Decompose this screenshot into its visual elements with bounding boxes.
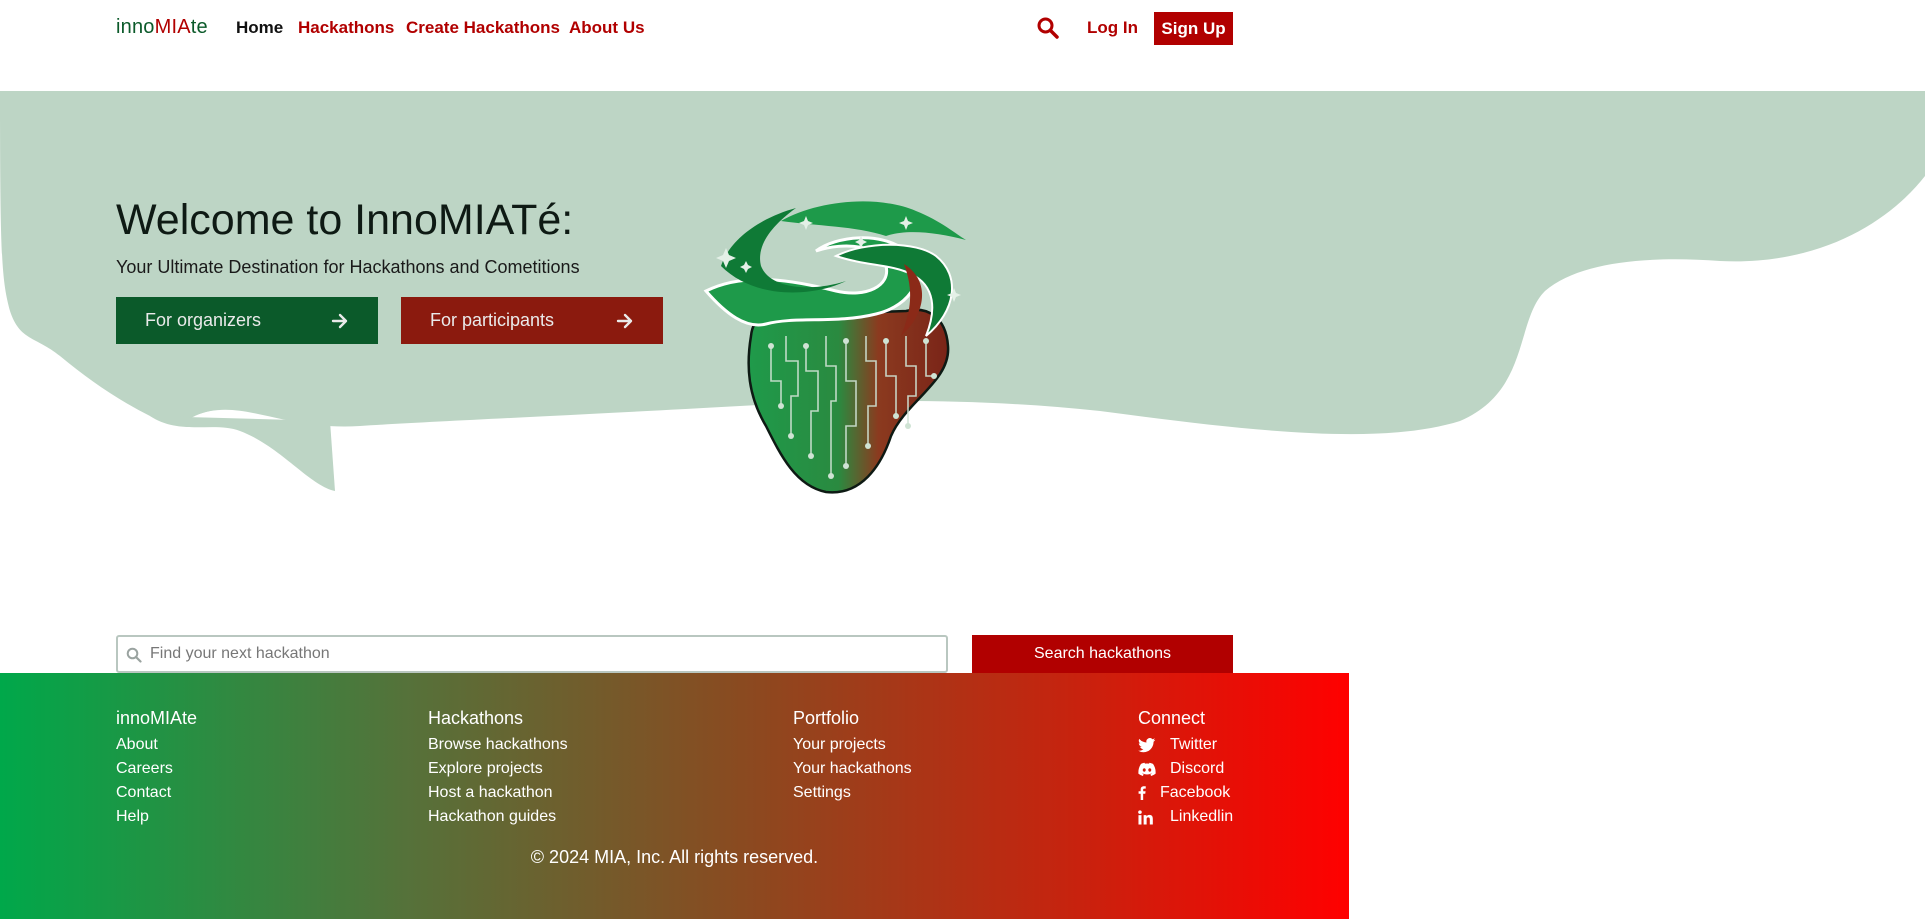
arrow-right-icon: [615, 311, 635, 331]
for-participants-label: For participants: [430, 310, 555, 330]
twitter-icon: [1138, 737, 1156, 753]
nav-link-home[interactable]: Home: [236, 18, 283, 38]
hero-subtitle: Your Ultimate Destination for Hackathons…: [116, 257, 580, 277]
footer-heading: Hackathons: [428, 708, 524, 728]
footer-link-your-projects[interactable]: Your projects: [793, 733, 912, 757]
hero-mascot-illustration: [703, 201, 966, 494]
search-icon[interactable]: [1036, 16, 1060, 40]
footer-link-discord[interactable]: Discord: [1138, 757, 1233, 781]
footer-column-innomiate: innoMIAte About Careers Contact Help: [116, 708, 197, 829]
footer-link-twitter[interactable]: Twitter: [1138, 733, 1233, 757]
facebook-icon: [1138, 785, 1146, 801]
footer-column-connect: Connect Twitter Discord Facebook Linkedl…: [1138, 708, 1233, 829]
search-hackathons-button[interactable]: Search hackathons: [972, 635, 1233, 673]
nav-link-create-hackathons[interactable]: Create Hackathons: [406, 18, 560, 38]
logo-text-te: te: [190, 16, 208, 38]
footer-link-hackathon-guides[interactable]: Hackathon guides: [428, 805, 568, 829]
logo-text-mia: MIA: [154, 16, 191, 38]
footer-column-hackathons: Hackathons Browse hackathons Explore pro…: [428, 708, 568, 829]
footer-heading: Portfolio: [793, 708, 860, 728]
footer-link-about[interactable]: About: [116, 733, 197, 757]
logo-text-inno: inno: [116, 16, 155, 38]
footer-link-careers[interactable]: Careers: [116, 757, 197, 781]
footer-column-portfolio: Portfolio Your projects Your hackathons …: [793, 708, 912, 805]
hero-title: Welcome to InnoMIATé:: [116, 196, 574, 244]
footer: innoMIAte About Careers Contact Help Hac…: [0, 673, 1349, 919]
footer-link-facebook[interactable]: Facebook: [1138, 781, 1233, 805]
arrow-right-icon: [330, 311, 350, 331]
footer-link-your-hackathons[interactable]: Your hackathons: [793, 757, 912, 781]
footer-link-browse-hackathons[interactable]: Browse hackathons: [428, 733, 568, 757]
signup-button[interactable]: Sign Up: [1154, 12, 1233, 45]
nav-link-hackathons[interactable]: Hackathons: [298, 18, 394, 38]
twitter-label: Twitter: [1170, 736, 1218, 753]
footer-link-help[interactable]: Help: [116, 805, 197, 829]
footer-link-settings[interactable]: Settings: [793, 781, 912, 805]
nav-link-about-us[interactable]: About Us: [569, 18, 645, 38]
hackathon-search-input[interactable]: [150, 637, 940, 671]
for-organizers-label: For organizers: [145, 310, 262, 330]
login-link[interactable]: Log In: [1087, 18, 1138, 38]
footer-heading: innoMIAte: [116, 708, 198, 728]
footer-link-host-hackathon[interactable]: Host a hackathon: [428, 781, 568, 805]
for-participants-button[interactable]: For participants: [401, 297, 663, 344]
hackathon-search-field[interactable]: [116, 635, 948, 673]
for-organizers-button[interactable]: For organizers: [116, 297, 378, 344]
linkedin-icon: [1138, 809, 1156, 825]
facebook-label: Facebook: [1160, 784, 1231, 801]
linkedin-label: Linkedlin: [1170, 808, 1234, 825]
discord-icon: [1138, 761, 1156, 777]
search-icon: [126, 647, 142, 663]
footer-heading: Connect: [1138, 708, 1206, 728]
footer-link-explore-projects[interactable]: Explore projects: [428, 757, 568, 781]
footer-link-linkedin[interactable]: Linkedlin: [1138, 805, 1233, 829]
site-logo[interactable]: innoMIAte: [116, 16, 208, 39]
copyright-text: © 2024 MIA, Inc. All rights reserved.: [530, 847, 819, 867]
top-navbar: innoMIAte Home Hackathons Create Hackath…: [0, 0, 1925, 56]
discord-label: Discord: [1170, 760, 1225, 777]
footer-link-contact[interactable]: Contact: [116, 781, 197, 805]
